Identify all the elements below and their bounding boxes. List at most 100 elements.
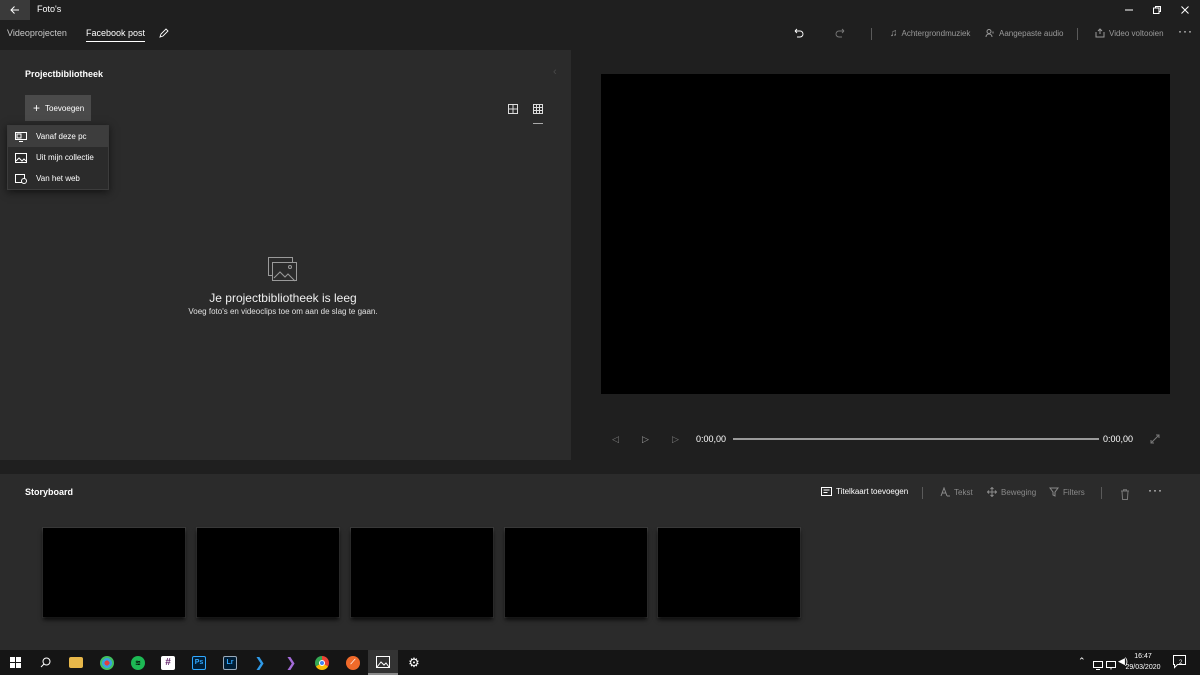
menu-item-label: Vanaf deze pc <box>36 132 87 141</box>
project-library-title: Projectbibliotheek <box>25 69 104 79</box>
collapse-chevron-icon[interactable]: ‹ <box>553 66 557 78</box>
storyboard-panel: Storyboard Titelkaart toevoegen Tekst Be… <box>0 474 1200 650</box>
music-note-icon: ♫ <box>890 28 898 39</box>
taskbar-chrome[interactable] <box>307 650 337 675</box>
fullscreen-button[interactable] <box>1150 431 1160 449</box>
custom-audio-label: Aangepaste audio <box>999 28 1064 38</box>
add-dropdown-menu: Vanaf deze pc Uit mijn collectie Van het… <box>7 125 109 190</box>
trash-icon <box>1121 489 1129 500</box>
taskbar-photos[interactable] <box>368 650 398 675</box>
voice-icon <box>985 29 994 38</box>
close-button[interactable] <box>1170 0 1200 20</box>
small-grid-view-button[interactable] <box>533 101 543 124</box>
close-icon <box>1181 6 1189 14</box>
breadcrumb-current-project[interactable]: Facebook post <box>86 28 146 42</box>
photos-icon <box>376 655 390 668</box>
taskbar-visual-studio[interactable]: ❯ <box>276 650 306 675</box>
davinci-resolve-icon <box>100 655 114 670</box>
photoshop-icon: Ps <box>192 655 206 670</box>
add-title-card-button[interactable]: Titelkaart toevoegen <box>821 487 908 496</box>
windows-logo-icon <box>9 657 21 668</box>
vscode-icon: ❯ <box>254 654 266 670</box>
compass-icon: ⟋ <box>346 655 360 670</box>
taskbar-davinci-resolve[interactable] <box>92 650 122 675</box>
display-icon[interactable] <box>1093 657 1103 675</box>
taskbar-photoshop[interactable]: Ps <box>184 650 214 675</box>
undo-button[interactable] <box>792 26 804 44</box>
command-bar: Videoprojecten Facebook post ♫ Achtergro… <box>0 20 1200 50</box>
storyboard-more-icon[interactable]: ··· <box>1148 483 1163 497</box>
add-title-card-label: Titelkaart toevoegen <box>836 487 909 496</box>
storyboard-title: Storyboard <box>25 487 74 497</box>
previous-frame-icon[interactable]: ◁ <box>612 434 619 445</box>
rename-button[interactable] <box>158 26 170 44</box>
play-icon[interactable]: ▷ <box>642 434 649 445</box>
storyboard-slot[interactable] <box>658 528 800 617</box>
clock-time[interactable]: 16:47 <box>1128 653 1158 660</box>
breadcrumb-video-projects[interactable]: Videoprojecten <box>7 28 67 38</box>
restore-icon <box>1153 6 1161 14</box>
finish-video-button[interactable]: Video voltooien <box>1095 28 1164 38</box>
taskbar-lightroom[interactable]: Lr <box>215 650 245 675</box>
background-music-label: Achtergrondmuziek <box>901 29 971 38</box>
seek-bar[interactable] <box>733 438 1099 440</box>
menu-item-from-pc[interactable]: Vanaf deze pc <box>8 126 108 147</box>
restore-button[interactable] <box>1142 0 1172 20</box>
filters-button[interactable]: Filters <box>1049 487 1085 497</box>
taskbar-spotify[interactable]: ≋ <box>123 650 153 675</box>
title-bar: Foto's <box>0 0 1200 20</box>
text-icon <box>940 487 950 497</box>
minimize-button[interactable] <box>1114 0 1144 20</box>
current-time: 0:00,00 <box>696 434 727 444</box>
taskbar-settings[interactable]: ⚙ <box>399 650 429 675</box>
clock-date[interactable]: 29/03/2020 <box>1118 664 1168 671</box>
taskbar-browser[interactable]: ⟋ <box>338 650 368 675</box>
action-center-button[interactable]: 2 <box>1173 655 1187 674</box>
separator <box>1101 487 1102 499</box>
show-hidden-icons-chevron-icon[interactable]: ⌃ <box>1078 656 1086 667</box>
text-button[interactable]: Tekst <box>940 487 973 497</box>
custom-audio-button[interactable]: Aangepaste audio <box>985 28 1064 38</box>
storyboard-slot[interactable] <box>505 528 647 617</box>
storyboard-slot[interactable] <box>351 528 493 617</box>
add-button[interactable]: + Toevoegen <box>25 95 91 121</box>
separator <box>871 28 872 40</box>
notification-count: 2 <box>1179 660 1183 666</box>
motion-icon <box>987 487 997 497</box>
plus-icon: + <box>33 101 41 115</box>
next-frame-icon[interactable]: ▷ <box>672 434 679 445</box>
storyboard-slot[interactable] <box>197 528 339 617</box>
title-card-icon <box>821 487 832 496</box>
web-icon <box>15 173 27 184</box>
total-time: 0:00,00 <box>1103 434 1134 444</box>
menu-item-from-collection[interactable]: Uit mijn collectie <box>8 147 108 168</box>
pc-icon <box>15 131 27 142</box>
pencil-icon <box>159 28 169 38</box>
taskbar: ≋ # Ps Lr ❯ ❯ ⟋ ⚙ ⌃ ◀) 16:47 29/03/2020 … <box>0 650 1200 675</box>
taskbar-vscode[interactable]: ❯ <box>245 650 275 675</box>
minimize-icon <box>1125 9 1133 11</box>
start-button[interactable] <box>0 650 30 675</box>
network-icon[interactable] <box>1106 657 1116 675</box>
redo-button[interactable] <box>835 26 847 44</box>
background-music-button[interactable]: ♫ Achtergrondmuziek <box>890 28 970 39</box>
separator <box>922 487 923 499</box>
back-arrow-icon <box>10 6 19 14</box>
project-library-panel: Projectbibliotheek ‹ + Toevoegen Vanaf d… <box>0 50 571 460</box>
add-label: Toevoegen <box>45 103 85 113</box>
large-grid-view-button[interactable] <box>508 101 518 119</box>
taskbar-slack[interactable]: # <box>153 650 183 675</box>
delete-button[interactable] <box>1120 487 1130 505</box>
back-button[interactable] <box>0 0 30 20</box>
menu-item-from-web[interactable]: Van het web <box>8 168 108 189</box>
search-button[interactable] <box>30 650 60 675</box>
taskbar-file-explorer[interactable] <box>61 650 91 675</box>
more-options-icon[interactable]: ··· <box>1178 24 1193 38</box>
video-canvas <box>601 74 1170 394</box>
finish-video-label: Video voltooien <box>1109 28 1164 38</box>
storyboard-slot[interactable] <box>43 528 185 617</box>
divider <box>0 460 1200 474</box>
export-icon <box>1095 28 1105 38</box>
motion-label: Beweging <box>1001 487 1037 497</box>
motion-button[interactable]: Beweging <box>987 487 1036 497</box>
